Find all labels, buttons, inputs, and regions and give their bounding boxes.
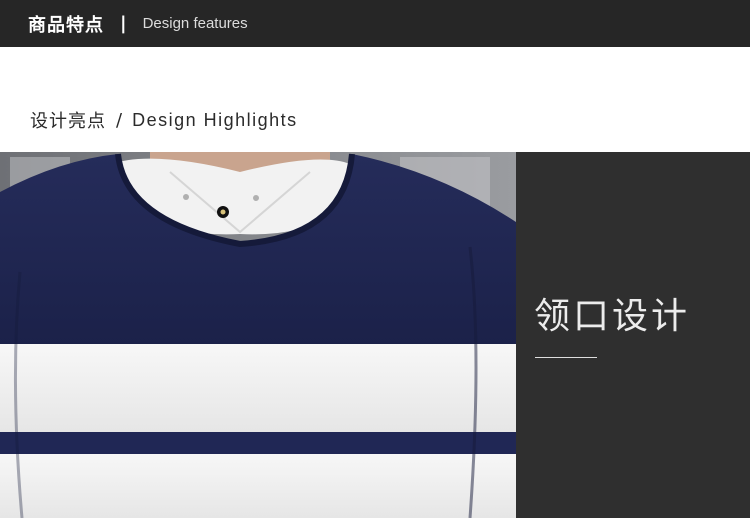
product-photo [0, 152, 516, 518]
header-title-en: Design features [142, 15, 248, 32]
header-bar: 商品特点 | Design features [0, 0, 750, 47]
header-title-cn: 商品特点 [28, 14, 104, 36]
section-title-en: Design Highlights [132, 109, 298, 130]
sweater-collar-image [0, 152, 516, 518]
feature-underline [535, 357, 597, 358]
feature-panel: 领口设计 [516, 152, 750, 518]
section-heading: 设计亮点 / Design Highlights [30, 107, 298, 133]
section-title-cn: 设计亮点 [30, 111, 106, 132]
header-separator: | [120, 13, 127, 34]
feature-label: 领口设计 [534, 296, 691, 337]
section-separator: / [116, 109, 123, 131]
